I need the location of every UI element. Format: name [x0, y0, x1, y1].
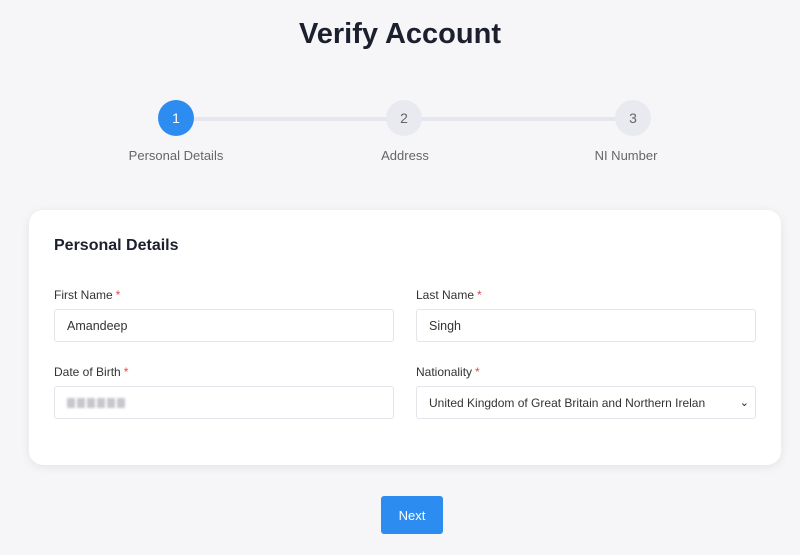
step-2-label: Address	[381, 148, 429, 163]
required-marker: *	[115, 288, 121, 302]
personal-details-card: Personal Details First Name * Amandeep La…	[29, 210, 781, 465]
stepper-line	[194, 117, 388, 121]
first-name-label: First Name *	[54, 288, 120, 302]
required-marker: *	[475, 365, 480, 379]
step-1-circle: 1	[158, 100, 194, 136]
label-text: Nationality	[416, 365, 473, 379]
label-text: First Name	[54, 288, 113, 302]
dob-label: Date of Birth *	[54, 365, 128, 379]
page-title: Verify Account	[299, 18, 501, 50]
chevron-down-icon: ⌄	[739, 397, 749, 409]
selected-value: United Kingdom of Great Britain and Nort…	[429, 395, 706, 410]
card-heading: Personal Details	[54, 237, 179, 254]
required-marker: *	[477, 288, 482, 302]
last-name-input[interactable]: Singh	[416, 309, 756, 342]
nationality-label: Nationality *	[416, 365, 480, 379]
last-name-label: Last Name *	[416, 288, 482, 302]
label-text: Last Name	[416, 288, 475, 302]
stepper-line	[422, 117, 616, 121]
next-button[interactable]: Next	[381, 496, 443, 534]
first-name-input[interactable]: Amandeep	[54, 309, 394, 342]
dob-input[interactable]	[54, 386, 394, 419]
required-marker: *	[123, 365, 129, 379]
step-1-label: Personal Details	[128, 148, 224, 163]
step-3-circle: 3	[615, 100, 651, 136]
label-text: Date of Birth	[54, 365, 121, 379]
nationality-select[interactable]: United Kingdom of Great Britain and Nort…	[416, 386, 756, 419]
redacted-value	[67, 397, 125, 408]
step-2-circle: 2	[386, 100, 422, 136]
step-3-label: NI Number	[594, 148, 658, 163]
